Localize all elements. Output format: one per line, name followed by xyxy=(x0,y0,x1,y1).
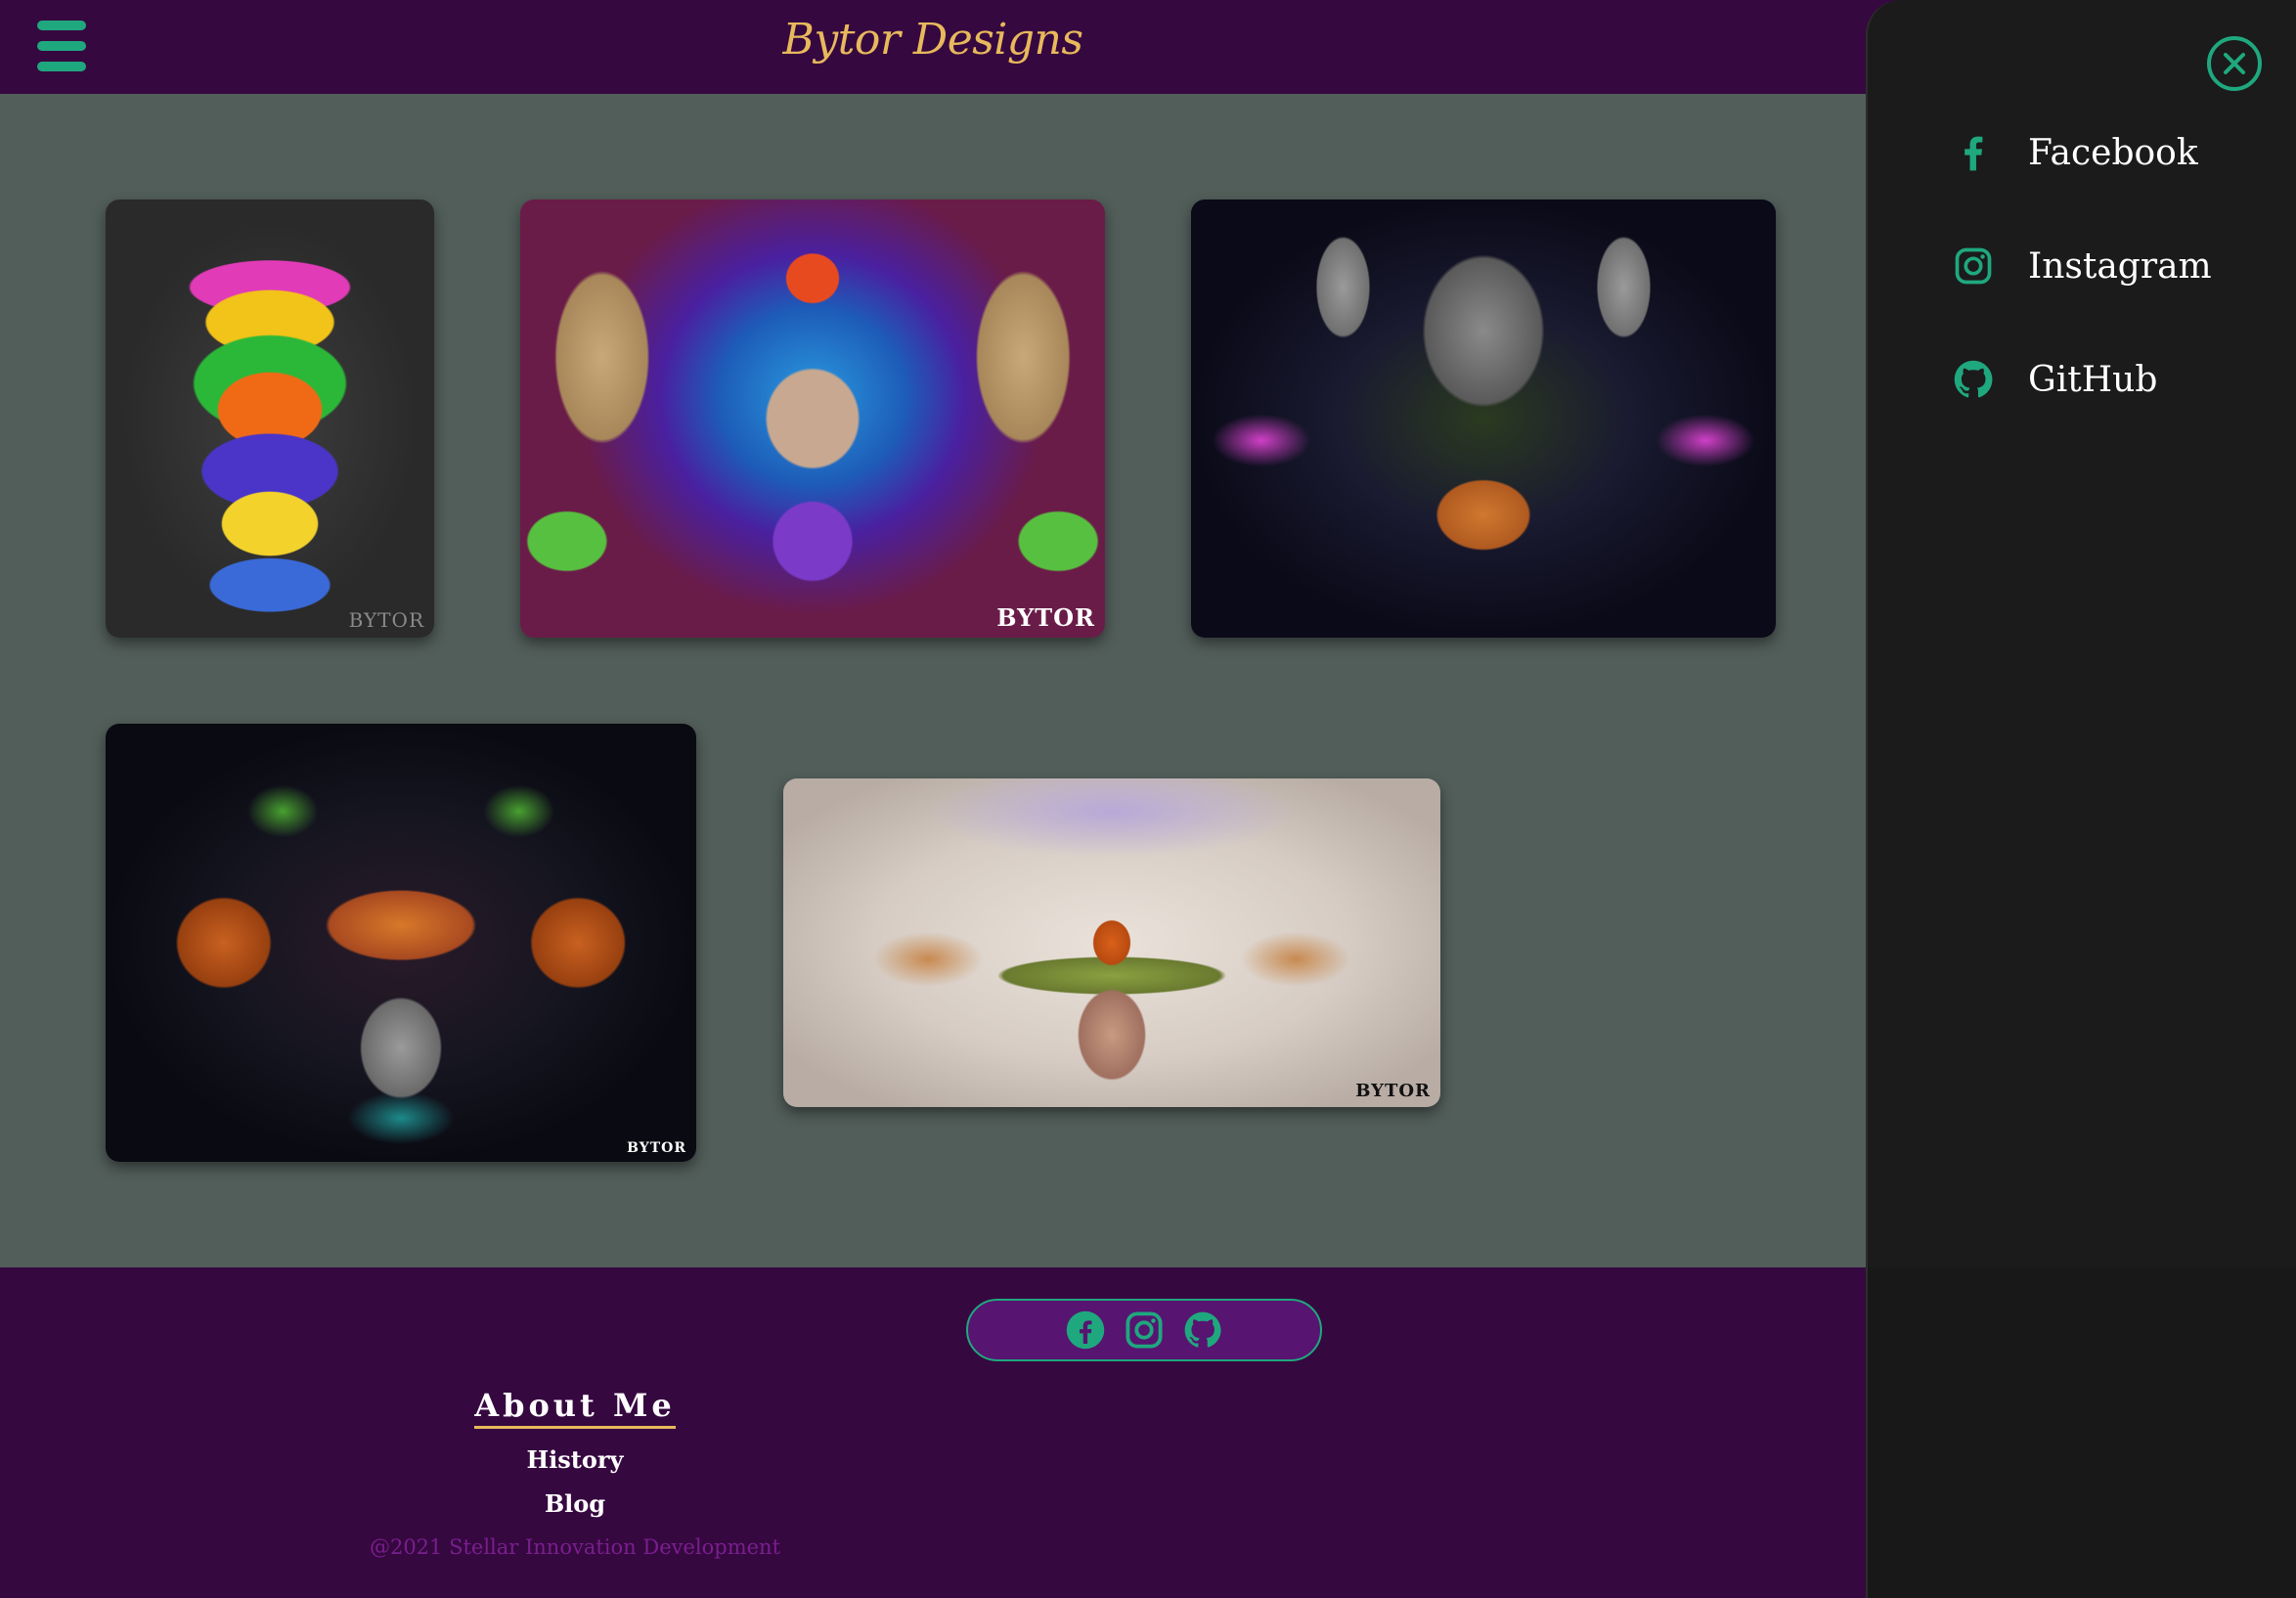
drawer-item-github[interactable]: GitHub xyxy=(1952,350,2157,409)
footer: About Me History Blog @2021 Stellar Inno… xyxy=(0,1267,1866,1598)
gallery: BYTOR BYTOR BYTOR BYTOR xyxy=(0,94,1866,1267)
about-me-label: About Me xyxy=(474,1387,676,1429)
header: Bytor Designs xyxy=(0,0,1866,94)
footer-social-links xyxy=(966,1299,1322,1361)
facebook-icon[interactable] xyxy=(1065,1309,1106,1351)
drawer-item-label: Instagram xyxy=(2028,245,2212,287)
github-icon[interactable] xyxy=(1182,1309,1223,1351)
artwork-frogs-snakes-face[interactable]: BYTOR xyxy=(106,724,696,1162)
artwork-mirrored-faces[interactable] xyxy=(1191,200,1776,638)
artwork-rainbow-birds-flowers[interactable]: BYTOR xyxy=(106,200,434,638)
drawer-item-label: GitHub xyxy=(2028,359,2158,400)
copyright-text: @2021 Stellar Innovation Development xyxy=(369,1535,781,1559)
artwork-mushroom-crown-woman[interactable]: BYTOR xyxy=(783,778,1440,1107)
artwork-psychedelic-temple[interactable]: BYTOR xyxy=(520,200,1105,638)
artwork-watermark: BYTOR xyxy=(1355,1081,1431,1101)
facebook-icon xyxy=(1965,136,1983,171)
artwork-watermark: BYTOR xyxy=(348,608,424,632)
drawer-item-label: Facebook xyxy=(2028,132,2198,173)
side-drawer: Facebook Instagram GitHub xyxy=(1866,0,2296,1598)
close-icon[interactable] xyxy=(2206,35,2263,92)
about-me-heading[interactable]: About Me xyxy=(0,1387,1150,1429)
footer-link-blog[interactable]: Blog xyxy=(0,1489,1150,1518)
instagram-icon[interactable] xyxy=(1124,1309,1165,1351)
artwork-watermark: BYTOR xyxy=(627,1140,686,1156)
instagram-icon xyxy=(1955,247,1992,285)
footer-link-history[interactable]: History xyxy=(0,1445,1150,1474)
artwork-watermark: BYTOR xyxy=(996,603,1095,632)
drawer-item-facebook[interactable]: Facebook xyxy=(1952,123,2198,182)
drawer-item-instagram[interactable]: Instagram xyxy=(1952,237,2212,295)
github-icon xyxy=(1954,360,1993,398)
drawer-lower-panel xyxy=(1868,1267,2296,1598)
site-title[interactable]: Bytor Designs xyxy=(0,15,1866,65)
